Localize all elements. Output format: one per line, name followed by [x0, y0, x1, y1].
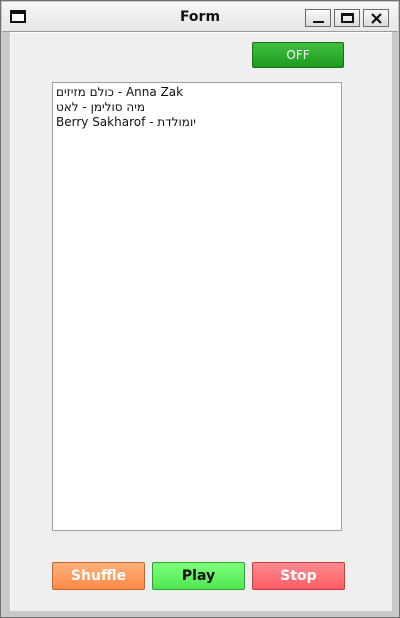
list-item[interactable]: Berry Sakharof - יומולדת	[53, 115, 341, 130]
list-item[interactable]: כולם מזיזים - Anna Zak	[53, 85, 341, 100]
stop-button[interactable]: Stop	[252, 562, 345, 590]
close-icon	[371, 13, 382, 24]
minimize-icon	[313, 21, 324, 23]
minimize-button[interactable]	[305, 9, 331, 27]
play-button[interactable]: Play	[152, 562, 245, 590]
list-item[interactable]: מיה סולימן - לאט	[53, 100, 341, 115]
off-toggle-button[interactable]: OFF	[252, 42, 344, 68]
close-button[interactable]	[363, 9, 389, 27]
app-window: Form OFF כולם מזיזים - Anna Zak מיה סולי…	[0, 0, 400, 618]
shuffle-button[interactable]: Shuffle	[52, 562, 145, 590]
maximize-icon	[341, 13, 354, 23]
playlist-listbox[interactable]: כולם מזיזים - Anna Zak מיה סולימן - לאט …	[52, 82, 342, 531]
title-bar[interactable]: Form	[2, 2, 398, 32]
maximize-button[interactable]	[334, 9, 360, 27]
